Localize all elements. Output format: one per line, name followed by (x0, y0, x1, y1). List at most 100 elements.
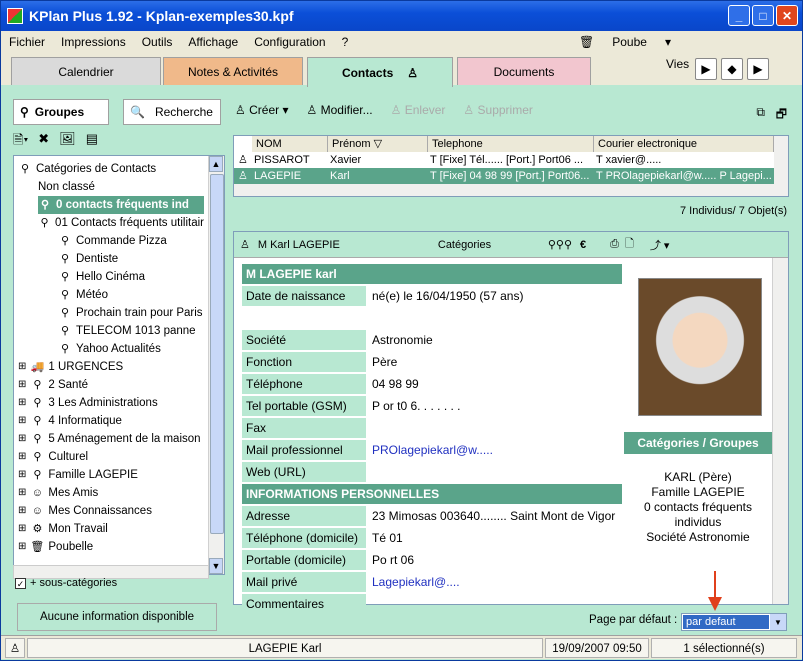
subcat-option[interactable]: ✓ + sous-catégories (15, 577, 117, 589)
minimize-button[interactable]: _ (728, 5, 750, 26)
expand-icon[interactable]: ⊞ (18, 520, 26, 538)
card-field: Fonction Père (242, 352, 622, 372)
tree-scrollbar[interactable]: ▲ ▼ (208, 156, 224, 574)
card-field: Web (URL) (242, 462, 622, 482)
scroll-down-icon[interactable]: ▼ (209, 558, 223, 574)
field-value[interactable]: Lagepiekarl@.... (366, 572, 460, 592)
tree-item[interactable]: ⚲ Prochain train pour Paris (58, 304, 204, 322)
tree-item[interactable]: ⚲ Catégories de Contacts (18, 160, 204, 178)
tree-item[interactable]: ⊞ ⚙ Mon Travail (18, 520, 204, 538)
checkbox-icon[interactable]: ✓ (15, 577, 26, 589)
expand-icon[interactable]: ⊞ (18, 484, 26, 502)
tree-item[interactable]: ⚲ 0 contacts fréquents ind (38, 196, 204, 214)
menu-outils[interactable]: Outils (142, 35, 173, 49)
delete-group-icon[interactable]: ✖ (38, 131, 49, 153)
properties-icon[interactable]: ▤ (86, 131, 98, 153)
chevron-down-icon[interactable]: ▾ (665, 35, 671, 49)
col-prenom[interactable]: Prénom ▽ (328, 136, 428, 152)
tree-item[interactable]: Non classé (38, 178, 204, 196)
tab-documents[interactable]: Documents (457, 57, 591, 85)
tree-item[interactable]: ⊞ ⚲ 5 Aménagement de la maison (18, 430, 204, 448)
layout-icon[interactable]: ⧉ (756, 105, 765, 120)
subcat-label: + sous-catégories (30, 577, 118, 589)
list-vscrollbar[interactable] (774, 136, 788, 196)
tree-item[interactable]: ⊞ ☺ Mes Amis (18, 484, 204, 502)
arrow-icon (708, 571, 722, 611)
tab-calendrier[interactable]: Calendrier (11, 57, 161, 85)
field-value: P or t0 6. . . . . . . (372, 399, 461, 413)
tags-icon[interactable]: ⚲⚲⚲ (548, 238, 572, 251)
tree-item[interactable]: ⊞ ⚲ 4 Informatique (18, 412, 204, 430)
view-red-icon[interactable]: ▶ (747, 58, 769, 80)
export-icon[interactable]: ⤴ ▾ (650, 237, 670, 253)
window-icon[interactable]: 🗗 (776, 105, 787, 126)
scroll-up-icon[interactable]: ▲ (209, 156, 223, 172)
col-courier[interactable]: Courier electronique (594, 136, 774, 152)
expand-icon[interactable]: ⊞ (18, 358, 26, 376)
tab-notes[interactable]: Notes & Activités (163, 57, 303, 85)
tab-recherche-label: Recherche (154, 105, 213, 119)
page-default-select[interactable]: par defaut ▼ (681, 613, 787, 631)
field-value[interactable]: PROlagepiekarl@w..... (366, 440, 493, 460)
poubelle-menu[interactable]: Poube (612, 35, 647, 49)
table-row[interactable]: ♙ LAGEPIE Karl T [Fixe] 04 98 99 [Port.]… (234, 168, 774, 184)
tree-item[interactable]: ⚲ 01 Contacts fréquents utilitair (38, 214, 204, 232)
remove-button[interactable]: ♙ Enlever (391, 103, 446, 117)
tab-groupes[interactable]: ⚲ Groupes (13, 99, 109, 125)
tab-recherche[interactable]: 🔍 Recherche (123, 99, 221, 125)
contacts-list[interactable]: NOM Prénom ▽ Telephone Courier electroni… (233, 135, 789, 197)
menu-impressions[interactable]: Impressions (61, 35, 126, 49)
table-row[interactable]: ♙ PISSAROT Xavier T [Fixe] Tél...... [Po… (234, 152, 774, 168)
tree-item[interactable]: ⚲ TELECOM 1013 panne (58, 322, 204, 340)
tree-item[interactable]: ⚲ Hello Cinéma (58, 268, 204, 286)
euro-icon[interactable]: € (580, 239, 586, 251)
chevron-down-icon[interactable]: ▼ (770, 614, 786, 630)
categories-title: Catégories / Groupes (624, 432, 772, 454)
scroll-thumb[interactable] (210, 174, 224, 534)
delete-button[interactable]: ♙ Supprimer (463, 103, 532, 117)
tree-item[interactable]: ⊞ 🚚 1 URGENCES (18, 358, 204, 376)
menu-affichage[interactable]: Affichage (188, 35, 238, 49)
expand-icon[interactable]: ⊞ (18, 430, 26, 448)
close-button[interactable]: ✕ (776, 5, 798, 26)
expand-icon[interactable]: ⊞ (18, 502, 26, 520)
modify-button[interactable]: ♙ Modifier... (306, 103, 372, 117)
menu-fichier[interactable]: Fichier (9, 35, 45, 49)
col-telephone[interactable]: Telephone (428, 136, 594, 152)
new-group-icon[interactable]: 🗎▾ (13, 131, 28, 153)
tree-item[interactable]: ⚲ Météo (58, 286, 204, 304)
expand-icon[interactable]: ⊞ (18, 412, 26, 430)
print-icon[interactable]: ⎙ (610, 238, 619, 251)
tree-item[interactable]: ⊞ ⚲ 3 Les Administrations (18, 394, 204, 412)
expand-icon[interactable]: ⊞ (18, 538, 26, 556)
tree-item[interactable]: ⊞ ⚲ 2 Santé (18, 376, 204, 394)
expand-icon[interactable]: ⊞ (18, 448, 26, 466)
menu-configuration[interactable]: Configuration (254, 35, 325, 49)
tree-item[interactable]: ⚲ Dentiste (58, 250, 204, 268)
image-icon[interactable]: 🖼 (59, 131, 76, 153)
maximize-button[interactable]: □ (752, 5, 774, 26)
contact-card: ♙ M Karl LAGEPIE Catégories ⚲⚲⚲ € ⎙ 🗋 ⤴ … (233, 231, 789, 614)
expand-icon[interactable]: ⊞ (18, 394, 26, 412)
card-scrollbar[interactable] (772, 258, 788, 604)
view-yellow-icon[interactable]: ◆ (721, 58, 743, 80)
app-window: KPlan Plus 1.92 - Kplan-exemples30.kpf _… (0, 0, 803, 661)
tab-contacts[interactable]: Contacts ♙ (307, 57, 453, 87)
list-hscrollbar[interactable] (234, 184, 774, 196)
tree-item[interactable]: ⊞ ⚲ Culturel (18, 448, 204, 466)
row-mail: T xavier@..... (596, 154, 662, 166)
tree-item[interactable]: ⊞ ☺ Mes Connaissances (18, 502, 204, 520)
tag-icon: ⚲ (33, 397, 42, 409)
tree-item[interactable]: ⚲ Commande Pizza (58, 232, 204, 250)
expand-icon[interactable]: ⊞ (18, 376, 26, 394)
tree-item[interactable]: ⊞ ⚲ Famille LAGEPIE (18, 466, 204, 484)
expand-icon[interactable]: ⊞ (18, 466, 26, 484)
preview-icon[interactable]: 🗋 (625, 235, 634, 254)
create-button[interactable]: ♙ Créer ▾ (235, 103, 288, 117)
col-nom[interactable]: NOM (252, 136, 328, 152)
tree-item[interactable]: ⚲ Yahoo Actualités (58, 340, 204, 358)
menu-help[interactable]: ? (342, 35, 349, 49)
tree-item[interactable]: ⊞ 🗑 Poubelle (18, 538, 204, 556)
group-tree[interactable]: ▲ ▼ ⚲ Catégories de Contacts Non classé ⚲ 0 … (13, 155, 225, 575)
view-green-icon[interactable]: ▶ (695, 58, 717, 80)
